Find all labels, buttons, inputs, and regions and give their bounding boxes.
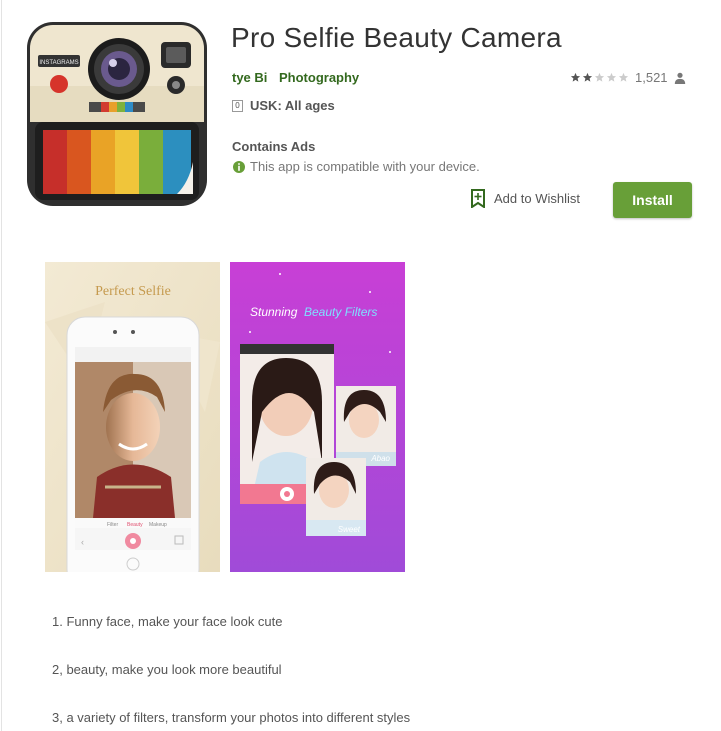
star-icon	[582, 72, 593, 82]
wishlist-label: Add to Wishlist	[494, 191, 580, 206]
shot2-title-part1: Stunning	[250, 305, 298, 319]
developer-link[interactable]: tye Bi	[232, 70, 267, 85]
shot1-tab-makeup: Makeup	[149, 522, 167, 528]
screenshot-2[interactable]: Stunning Beauty Filters Abao Sweet	[230, 262, 405, 572]
screenshot-1[interactable]: Filter Beauty Makeup ‹ Perfect Selfie	[45, 262, 220, 572]
description-line-1: 1. Funny face, make your face look cute	[52, 614, 283, 629]
bookmark-add-icon	[471, 189, 485, 208]
app-title: Pro Selfie Beauty Camera	[231, 22, 562, 53]
add-to-wishlist-button[interactable]: Add to Wishlist	[470, 189, 580, 208]
info-icon	[233, 160, 245, 173]
person-icon	[674, 72, 685, 84]
category-link[interactable]: Photography	[279, 70, 359, 85]
shot1-title: Perfect Selfie	[95, 284, 171, 299]
contains-ads-label: Contains Ads	[232, 139, 316, 154]
content-rating-label: USK: All ages	[250, 98, 335, 113]
shot1-tab-filter: Filter	[107, 522, 118, 528]
shot1-tab-beauty: Beauty	[127, 522, 143, 528]
page-left-border	[1, 0, 2, 731]
rating-stars	[570, 72, 629, 83]
label-abao: Abao	[370, 454, 390, 463]
description-line-2: 2, beauty, make you look more beautiful	[52, 662, 282, 677]
shot2-title-part2: Beauty Filters	[304, 305, 377, 319]
usk-badge: 0	[232, 99, 243, 112]
label-sweet: Sweet	[338, 525, 361, 534]
back-chevron-icon: ‹	[81, 537, 84, 547]
screenshot-2-art: Stunning Beauty Filters Abao Sweet	[230, 262, 405, 572]
description-line-3: 3, a variety of filters, transform your …	[52, 710, 411, 725]
star-icon	[618, 72, 629, 82]
star-icon	[594, 72, 605, 82]
camera-brand-label: INSTAGRAMS	[39, 60, 78, 66]
app-icon-camera: INSTAGRAMS	[27, 22, 207, 206]
compatibility-message: This app is compatible with your device.	[233, 159, 480, 174]
screenshot-1-art: Filter Beauty Makeup ‹ Perfect Selfie	[45, 262, 220, 572]
rating-summary: 1,521	[570, 70, 686, 85]
star-icon	[606, 72, 617, 82]
content-rating: 0 USK: All ages	[232, 98, 335, 113]
compatibility-text: This app is compatible with your device.	[250, 159, 480, 174]
star-icon	[570, 72, 581, 82]
install-button[interactable]: Install	[613, 182, 692, 218]
rating-count: 1,521	[635, 70, 668, 85]
